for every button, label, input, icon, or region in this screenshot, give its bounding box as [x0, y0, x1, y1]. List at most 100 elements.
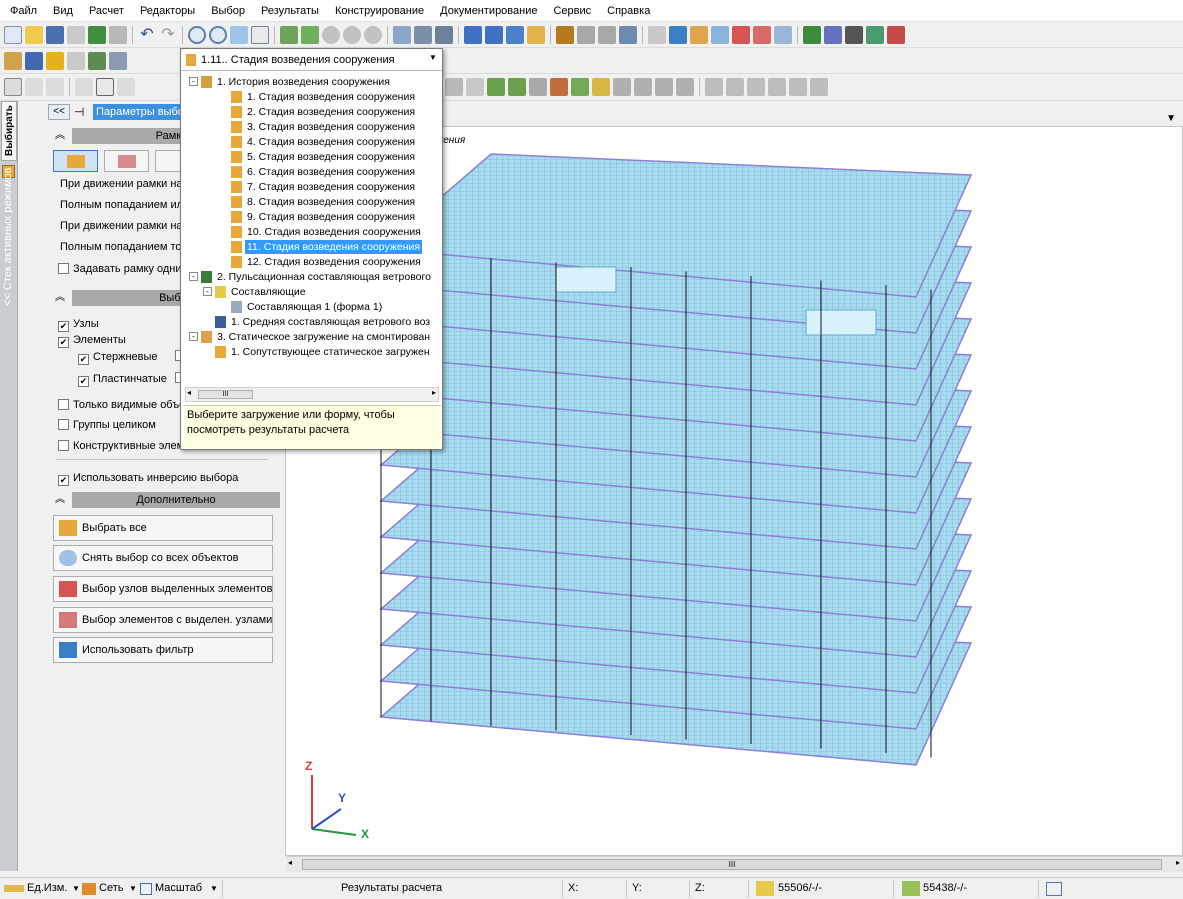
pick-icon[interactable] — [648, 25, 666, 44]
menu-design[interactable]: Конструирование — [327, 1, 432, 21]
sections-icon[interactable] — [393, 25, 411, 44]
select-nodes-icon[interactable] — [732, 25, 750, 44]
result-icon[interactable] — [508, 78, 526, 96]
invert-icon[interactable] — [774, 25, 792, 44]
use-filter-button[interactable]: Использовать фильтр — [53, 637, 273, 663]
chevron-down-icon[interactable]: ▼ — [72, 884, 80, 893]
tree-item[interactable]: 4. Стадия возведения сооружения — [245, 135, 417, 149]
tree-item[interactable]: 1. Стадия возведения сооружения — [245, 90, 417, 104]
select-all-icon[interactable] — [690, 25, 708, 44]
save-icon[interactable] — [46, 25, 64, 44]
frame-option-1[interactable]: При движении рамки нал — [60, 177, 189, 191]
elements-checkbox[interactable]: ✔ Элементы — [58, 333, 126, 348]
result-icon[interactable] — [676, 78, 694, 96]
menu-calc[interactable]: Расчет — [81, 1, 132, 21]
tree-hscrollbar[interactable]: ◂ III ▸ — [185, 387, 439, 402]
tool-icon[interactable] — [824, 25, 842, 44]
redo-icon[interactable]: ↷ — [159, 26, 177, 44]
select-mode-tab[interactable]: Выбирать — [1, 101, 17, 161]
tool-icon[interactable] — [88, 51, 106, 70]
frame-mode-button-3[interactable] — [155, 150, 181, 172]
rod-checkbox[interactable]: ✔ Стержневые — [78, 350, 158, 365]
collapse-frame-section-icon[interactable]: ︽ — [52, 128, 68, 144]
chevron-down-icon[interactable]: ▼ — [429, 53, 437, 62]
viewport-menu-icon[interactable]: ▼ — [1166, 113, 1176, 124]
tree-expander-icon[interactable]: - — [189, 272, 198, 281]
display-mode-icon[interactable] — [117, 78, 135, 96]
tree-item[interactable]: 2. Пульсационная составляющая ветрового — [215, 270, 433, 284]
scale-menu[interactable]: Масштаб — [155, 882, 202, 894]
tool-icon[interactable] — [67, 51, 85, 70]
camera-icon[interactable] — [414, 25, 432, 44]
layers-icon[interactable] — [789, 78, 807, 96]
chart-icon[interactable] — [464, 25, 482, 44]
mesh-icon[interactable] — [301, 25, 319, 44]
undo-icon[interactable]: ↶ — [138, 26, 156, 44]
menu-file[interactable]: Файл — [2, 1, 45, 21]
inversion-checkbox[interactable]: ✔ Использовать инверсию выбора — [58, 471, 238, 486]
active-modes-stack-tab[interactable]: Выбирать << Стек активных режимов — [0, 101, 18, 871]
checkbox-box[interactable] — [58, 419, 69, 430]
menu-results[interactable]: Результаты — [253, 1, 327, 21]
tree-item[interactable]: 1. Сопутствующее статическое загружен — [229, 345, 432, 359]
viewport-hscrollbar[interactable]: ◂ III ▸ — [286, 856, 1183, 872]
menu-docs[interactable]: Документирование — [432, 1, 545, 21]
tool-icon[interactable] — [803, 25, 821, 44]
menu-service[interactable]: Сервис — [545, 1, 599, 21]
checkbox-box[interactable]: ✔ — [58, 337, 69, 348]
tree-expander-icon[interactable]: - — [189, 77, 198, 86]
constructive-checkbox[interactable]: Конструктивные элем — [58, 439, 184, 453]
eye-icon[interactable] — [343, 25, 361, 44]
checkbox-box[interactable] — [58, 263, 69, 274]
tree-item[interactable]: 11. Стадия возведения сооружения — [245, 240, 423, 254]
image-icon[interactable] — [109, 25, 127, 44]
camera-icon[interactable] — [435, 25, 453, 44]
pan-icon[interactable] — [230, 25, 248, 44]
units-menu[interactable]: Ед.Изм. — [27, 882, 67, 894]
tree-item[interactable]: 1. Средняя составляющая ветрового воз — [229, 315, 432, 329]
brush-icon[interactable] — [619, 25, 637, 44]
loadcase-combo[interactable]: 1.11.. Стадия возведения сооружения — [181, 49, 442, 71]
result-icon[interactable] — [634, 78, 652, 96]
scroll-left-icon[interactable]: ◂ — [288, 858, 292, 867]
checkbox-box[interactable]: ✔ — [58, 321, 69, 332]
tree-item[interactable]: Составляющая 1 (форма 1) — [245, 300, 384, 314]
result-icon[interactable] — [613, 78, 631, 96]
brush-icon[interactable] — [556, 25, 574, 44]
result-icon[interactable] — [445, 78, 463, 96]
tree-item[interactable]: 2. Стадия возведения сооружения — [245, 105, 417, 119]
chevron-down-icon[interactable]: ▼ — [210, 884, 218, 893]
display-mode-icon[interactable] — [46, 78, 64, 96]
plate-checkbox[interactable]: ✔ Пластинчатые — [78, 372, 167, 387]
diagram-icon[interactable] — [527, 25, 545, 44]
scroll-left-icon[interactable]: ◂ — [187, 388, 191, 397]
table-icon[interactable] — [506, 25, 524, 44]
collapse-panel-button[interactable]: << — [48, 104, 70, 120]
frame-option-4[interactable]: Полным попаданием толь — [60, 240, 193, 254]
tool-icon[interactable] — [887, 25, 905, 44]
print-preview-icon[interactable] — [67, 25, 85, 44]
result-icon[interactable] — [550, 78, 568, 96]
menu-help[interactable]: Справка — [599, 1, 658, 21]
ruler-icon[interactable] — [845, 25, 863, 44]
result-icon[interactable] — [466, 78, 484, 96]
layers-icon[interactable] — [810, 78, 828, 96]
collapse-extra-section-icon[interactable]: ︽ — [52, 492, 68, 508]
zoom-in-icon[interactable] — [188, 25, 206, 44]
menu-editors[interactable]: Редакторы — [132, 1, 203, 21]
display-mode-icon[interactable] — [75, 78, 93, 96]
result-icon[interactable] — [487, 78, 505, 96]
scroll-right-icon[interactable]: ▸ — [432, 388, 436, 397]
checkbox-box[interactable]: ✔ — [78, 376, 89, 387]
groups-checkbox[interactable]: Группы целиком — [58, 418, 156, 432]
tool-icon[interactable] — [4, 51, 22, 70]
eye-icon[interactable] — [364, 25, 382, 44]
layers-icon[interactable] — [768, 78, 786, 96]
single-frame-checkbox[interactable]: Задавать рамку одним — [58, 262, 189, 276]
tree-item[interactable]: 5. Стадия возведения сооружения — [245, 150, 417, 164]
checkbox-box[interactable]: ✔ — [78, 354, 89, 365]
zoom-window-icon[interactable] — [251, 25, 269, 44]
tree-item[interactable]: 3. Статическое загружение на смонтирован — [215, 330, 432, 344]
frame-mode-button-2[interactable] — [104, 150, 149, 172]
export-icon[interactable] — [88, 25, 106, 44]
